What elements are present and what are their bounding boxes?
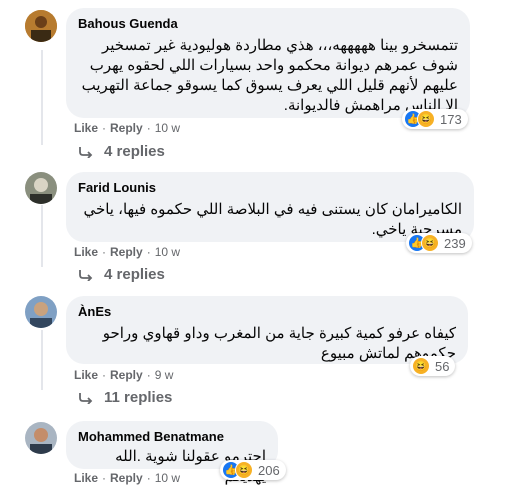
like-link[interactable]: Like [74, 120, 98, 136]
like-link[interactable]: Like [74, 244, 98, 260]
separator-dot: · [102, 471, 107, 485]
comment-text: الكاميرامان كان يستنى فيه في البلاصة الل… [83, 201, 462, 238]
comment-author[interactable]: ÀnEs [78, 304, 456, 320]
separator-dot: · [146, 368, 151, 382]
avatar[interactable] [25, 172, 57, 204]
view-replies-button[interactable]: 11 replies [78, 388, 172, 408]
comment-author[interactable]: Farid Lounis [78, 180, 462, 196]
haha-icon: 😆 [421, 234, 439, 252]
avatar[interactable] [25, 422, 57, 454]
timestamp[interactable]: 10 w [155, 120, 180, 136]
haha-icon: 😆 [235, 461, 253, 479]
reply-link[interactable]: Reply [110, 367, 143, 383]
reaction-count: 56 [435, 358, 450, 374]
view-replies-button[interactable]: 4 replies [78, 142, 165, 162]
comment-text: كيفاه عرفو كمية كبيرة جاية من المغرب ودا… [102, 325, 456, 362]
reaction-summary[interactable]: 👍 😆 239 [406, 233, 472, 253]
comment-actions: Like · Reply · 10 w [74, 244, 180, 260]
reply-arrow-icon [79, 270, 93, 281]
reply-arrow-icon [79, 393, 93, 404]
replies-count: 4 replies [104, 143, 165, 160]
like-link[interactable]: Like [74, 367, 98, 383]
reaction-summary[interactable]: 😆 56 [410, 356, 456, 376]
separator-dot: · [102, 121, 107, 135]
comment-author[interactable]: Bahous Guenda [78, 16, 458, 32]
comment-author[interactable]: Mohammed Benatmane [78, 429, 266, 445]
thread-line [41, 50, 43, 145]
separator-dot: · [102, 245, 107, 259]
reply-link[interactable]: Reply [110, 470, 143, 486]
reply-arrow-icon [79, 147, 93, 158]
reaction-count: 173 [440, 111, 462, 127]
reaction-count: 239 [444, 235, 466, 251]
comment-actions: Like · Reply · 9 w [74, 367, 173, 383]
like-link[interactable]: Like [74, 470, 98, 486]
timestamp[interactable]: 10 w [155, 244, 180, 260]
reply-link[interactable]: Reply [110, 120, 143, 136]
comment-actions: Like · Reply · 10 w [74, 120, 180, 136]
separator-dot: · [102, 368, 107, 382]
haha-icon: 😆 [417, 110, 435, 128]
comment-bubble: Farid Lounis الكاميرامان كان يستنى فيه ف… [66, 172, 474, 242]
comment-bubble: Bahous Guenda تتمسخرو بينا هههههه،،، هذي… [66, 8, 470, 118]
timestamp[interactable]: 9 w [155, 367, 174, 383]
comment-actions: Like · Reply · 10 w [74, 470, 180, 486]
haha-icon: 😆 [412, 357, 430, 375]
replies-count: 4 replies [104, 266, 165, 283]
separator-dot: · [146, 121, 151, 135]
view-replies-button[interactable]: 4 replies [78, 265, 165, 285]
separator-dot: · [146, 471, 151, 485]
thread-line [41, 205, 43, 267]
comment-text: تتمسخرو بينا هههههه،،، هذي مطاردة هوليود… [81, 37, 458, 114]
avatar[interactable] [25, 296, 57, 328]
separator-dot: · [146, 245, 151, 259]
reply-link[interactable]: Reply [110, 244, 143, 260]
thread-line [41, 330, 43, 390]
timestamp[interactable]: 10 w [155, 470, 180, 486]
comment-bubble: ÀnEs كيفاه عرفو كمية كبيرة جاية من المغر… [66, 296, 468, 364]
reaction-summary[interactable]: 👍 😆 173 [402, 109, 468, 129]
avatar[interactable] [25, 10, 57, 42]
reaction-summary[interactable]: 👍 😆 206 [220, 460, 286, 480]
reaction-count: 206 [258, 462, 280, 478]
replies-count: 11 replies [104, 389, 173, 406]
